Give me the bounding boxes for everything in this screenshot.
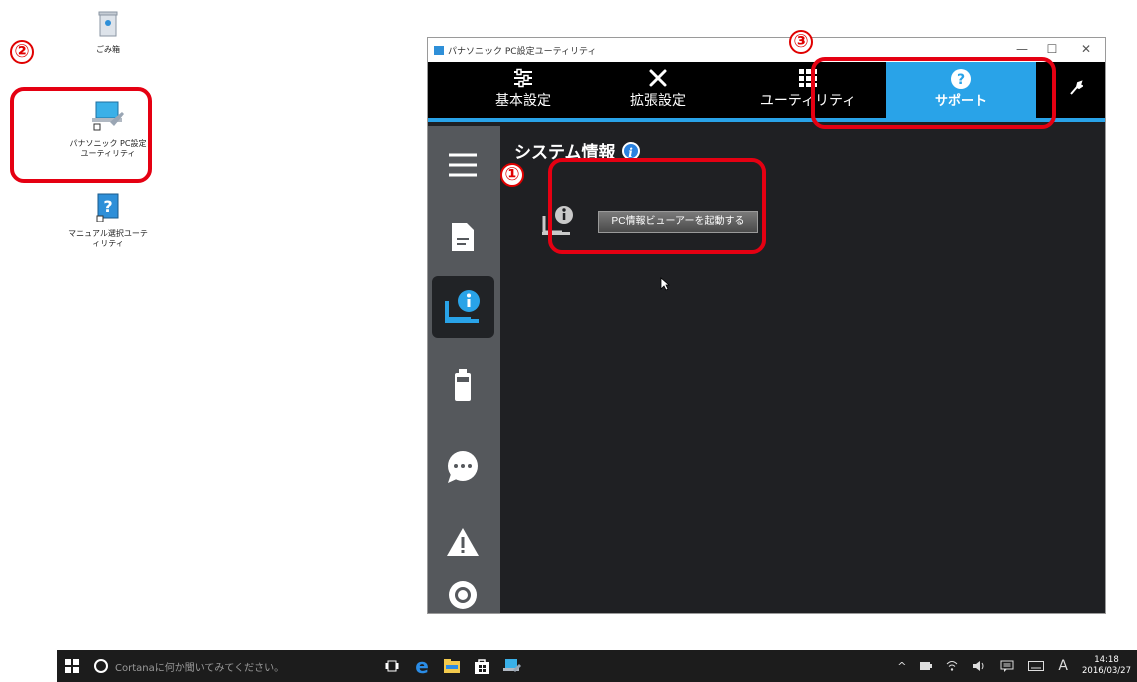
sidebar [428, 126, 500, 613]
sliders-icon [468, 62, 578, 90]
sidebar-item-system-info[interactable] [432, 276, 494, 338]
annotation-highlight-3 [811, 57, 1056, 129]
clock-time: 14:18 [1094, 655, 1119, 665]
tools-icon [603, 62, 713, 90]
taskbar: Cortanaに何か聞いてみてください。 e ^ A 14:18 2016/03… [57, 650, 1137, 682]
recycle-bin-desktop-icon[interactable]: ごみ箱 [78, 10, 138, 55]
wifi-icon[interactable] [946, 660, 958, 672]
chevron-up-icon[interactable]: ^ [897, 660, 906, 673]
hamburger-icon [449, 153, 477, 177]
store-button[interactable] [467, 650, 497, 682]
cortana-search-box[interactable]: Cortanaに何か聞いてみてください。 [87, 650, 377, 682]
battery-icon [455, 369, 471, 401]
desktop-icon-label: ごみ箱 [96, 45, 120, 54]
edge-icon: e [415, 654, 429, 678]
info-icon[interactable]: i [621, 141, 640, 160]
system-tray: ^ A 14:18 2016/03/27 [897, 650, 1131, 682]
store-bag-icon [475, 659, 489, 674]
speech-bubble-icon [448, 451, 478, 483]
pc-settings-taskbar-button[interactable] [497, 650, 527, 682]
action-center-icon[interactable] [1000, 660, 1014, 672]
sidebar-item-battery[interactable] [432, 354, 494, 416]
recycle-bin-icon [98, 11, 118, 37]
warning-icon [447, 528, 479, 556]
annotation-highlight-2 [10, 87, 152, 183]
svg-text:?: ? [103, 197, 112, 216]
disc-icon [449, 581, 477, 609]
help-manual-icon: ? [96, 193, 119, 223]
window-title: パナソニック PC設定ユーティリティ [448, 46, 597, 57]
app-icon [434, 45, 444, 55]
sidebar-menu-button[interactable] [432, 134, 494, 196]
document-icon [452, 223, 474, 251]
ime-indicator[interactable]: A [1058, 658, 1068, 674]
search-placeholder: Cortanaに何か聞いてみてください。 [115, 662, 285, 674]
task-view-button[interactable] [377, 650, 407, 682]
wrench-icon[interactable] [1069, 80, 1084, 100]
tab-basic-settings[interactable]: 基本設定 [468, 62, 578, 118]
sidebar-item-warning[interactable] [432, 511, 494, 573]
pc-settings-app-icon [503, 659, 521, 672]
tab-extended-settings[interactable]: 拡張設定 [603, 62, 713, 118]
folder-icon [444, 659, 460, 673]
edge-button[interactable]: e [407, 650, 437, 682]
clock[interactable]: 14:18 2016/03/27 [1082, 655, 1131, 677]
file-explorer-button[interactable] [437, 650, 467, 682]
tab-label: 基本設定 [495, 93, 551, 109]
desktop: ごみ箱 ② パナソニック PC設定 ユーティリティ ? マニュアル選択ユーテ ィ… [0, 0, 1137, 640]
battery-tray-icon[interactable] [920, 662, 933, 670]
manual-utility-desktop-icon[interactable]: ? マニュアル選択ユーテ ィリティ [58, 192, 158, 249]
annotation-number-3: ③ [789, 30, 813, 54]
volume-icon[interactable] [972, 660, 986, 672]
sidebar-item-messages[interactable] [432, 436, 494, 498]
annotation-number-2: ② [10, 40, 34, 64]
mouse-pointer-icon [660, 276, 671, 295]
start-button[interactable] [57, 650, 87, 682]
keyboard-icon[interactable] [1028, 661, 1045, 671]
desktop-icon-label: マニュアル選択ユーテ ィリティ [68, 229, 148, 248]
tab-label: 拡張設定 [630, 93, 686, 109]
sidebar-item-document[interactable] [432, 206, 494, 268]
cortana-icon [94, 659, 108, 673]
annotation-number-1: ① [500, 163, 524, 187]
close-button[interactable]: ✕ [1068, 38, 1104, 62]
annotation-highlight-1 [548, 158, 766, 254]
windows-icon [65, 659, 79, 673]
pc-info-icon [445, 290, 480, 323]
sidebar-item-disc[interactable] [432, 576, 494, 614]
task-view-icon [385, 660, 399, 672]
clock-date: 2016/03/27 [1082, 666, 1131, 676]
